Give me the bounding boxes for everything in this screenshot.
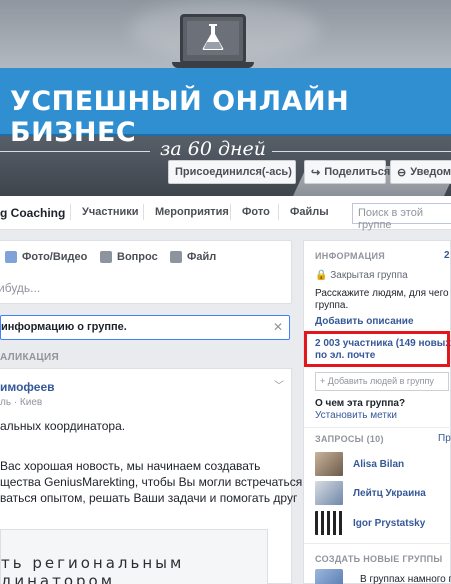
group-search-input[interactable]: Поиск в этой группе <box>352 203 451 231</box>
request-item[interactable]: Лейтц Украина <box>315 481 426 505</box>
photo-video-tab[interactable]: Фото/Видео <box>5 251 87 263</box>
chevron-down-icon[interactable]: ﹀ <box>274 377 284 392</box>
divider <box>304 543 451 544</box>
create-groups-heading: СОЗДАТЬ НОВЫЕ ГРУППЫ <box>315 554 443 564</box>
tab-events[interactable]: Мероприятия <box>155 206 229 218</box>
invite-text: Расскажите людям, для чего с <box>315 288 451 299</box>
info-count[interactable]: 2 <box>444 250 450 261</box>
group-info-prompt[interactable]: информацию о группе. ✕ <box>0 315 290 340</box>
invite-text: группа. <box>315 300 349 311</box>
question-label: Вопрос <box>117 251 158 263</box>
share-button-label: Поделиться <box>324 166 391 178</box>
post-text-line: альных координатора. <box>0 419 126 433</box>
divider <box>278 204 279 220</box>
joined-button-label: Присоединился(-ась) <box>175 166 292 178</box>
tab-members[interactable]: Участники <box>82 206 139 218</box>
post-text-line: щества GeniusMarekting, чтобы Вы могли в… <box>0 475 303 489</box>
question-tab[interactable]: Вопрос <box>100 251 158 263</box>
photo-video-label: Фото/Видео <box>22 251 88 263</box>
divider <box>70 204 71 220</box>
cover-subtitle: за 60 дней <box>160 138 266 160</box>
post-text-line: Вас хорошая новость, мы начинаем создава… <box>0 459 261 473</box>
avatar <box>315 452 343 476</box>
divider <box>0 151 150 152</box>
highlight-box <box>304 331 450 367</box>
right-sidebar: ИНФОРМАЦИЯ 2 🔒 Закрытая группа Расскажит… <box>303 240 451 584</box>
post-image-text: динатором <box>1 572 116 584</box>
add-people-input[interactable]: + Добавить людей в группу <box>315 372 449 391</box>
post-image-text: ть региональным <box>1 554 185 572</box>
request-name: Alisa Bilan <box>353 458 405 470</box>
notifications-button-label: Уведомл <box>410 166 451 178</box>
file-icon <box>170 251 182 263</box>
add-description-link[interactable]: Добавить описание <box>315 316 414 327</box>
request-item[interactable]: Alisa Bilan <box>315 452 404 476</box>
notifications-button[interactable]: ⊖ Уведомл <box>390 160 451 184</box>
group-info-text: информацию о группе. <box>1 321 127 333</box>
question-icon <box>100 251 112 263</box>
privacy-label: 🔒 Закрытая группа <box>315 270 408 281</box>
divider <box>230 204 231 220</box>
share-icon: ↪ <box>311 166 321 179</box>
request-name: Igor Prystatsky <box>353 517 426 529</box>
composer-input[interactable]: ибудь... <box>0 281 40 295</box>
section-heading: АЛИКАЦИЯ <box>0 352 59 363</box>
request-item[interactable]: Igor Prystatsky <box>315 511 425 535</box>
lock-icon: 🔒 <box>315 270 331 281</box>
close-circle-icon: ⊖ <box>397 166 407 179</box>
photo-icon <box>5 251 17 263</box>
post-text-line: ваться опытом, решать Ваши задачи и помо… <box>0 491 298 505</box>
requests-heading: ЗАПРОСЫ (10) <box>315 434 384 444</box>
create-groups-text: В группах намного п <box>360 574 451 584</box>
info-heading: ИНФОРМАЦИЯ <box>315 251 386 261</box>
composer: Фото/Видео Вопрос Файл ибудь... <box>0 240 292 304</box>
about-question: О чем эта группа? <box>315 398 406 409</box>
post-image[interactable]: ть региональным динатором <box>0 529 268 584</box>
flask-icon <box>202 24 224 50</box>
request-name: Лейтц Украина <box>353 487 426 499</box>
divider <box>272 151 451 152</box>
post: имофеев ль · Киев ﹀ альных координатора.… <box>0 368 302 584</box>
close-icon[interactable]: ✕ <box>273 320 283 334</box>
group-nav: g Coaching Участники Мероприятия Фото Фа… <box>0 196 451 231</box>
qr-avatar <box>315 511 343 535</box>
tab-photos[interactable]: Фото <box>242 206 270 218</box>
share-button[interactable]: ↪ Поделиться <box>304 160 390 184</box>
group-name[interactable]: g Coaching <box>0 206 65 220</box>
post-author[interactable]: имофеев <box>0 380 55 394</box>
requests-more-link[interactable]: Про <box>438 433 451 444</box>
divider <box>143 204 144 220</box>
joined-button[interactable]: Присоединился(-ась) ▼ <box>168 160 305 184</box>
post-meta: ль · Киев <box>0 397 43 408</box>
groups-icon <box>315 569 343 584</box>
tab-files[interactable]: Файлы <box>290 206 329 218</box>
avatar <box>315 481 343 505</box>
file-label: Файл <box>187 251 217 263</box>
divider <box>304 427 451 428</box>
file-tab[interactable]: Файл <box>170 251 216 263</box>
set-tags-link[interactable]: Установить метки <box>315 410 397 421</box>
